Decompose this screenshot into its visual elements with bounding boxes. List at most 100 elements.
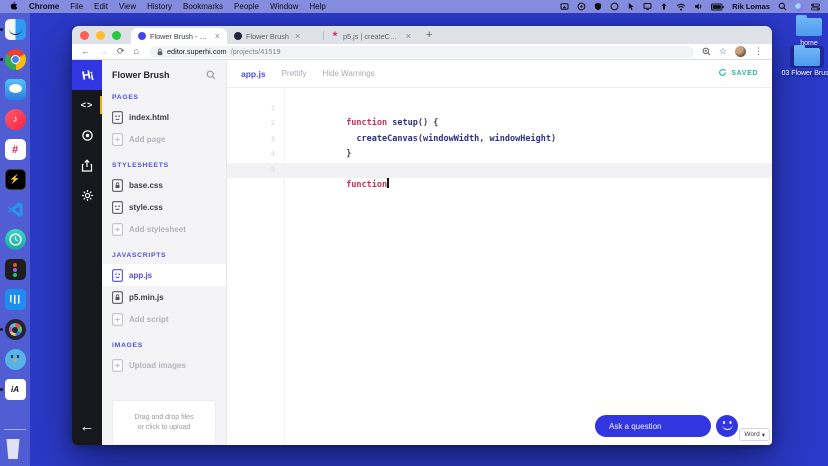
editor-nav-rail: H¡ <> ← [72,60,102,445]
logged-in-user[interactable]: Rik Lomas [732,2,770,11]
add-stylesheet-button[interactable]: Add stylesheet [102,218,226,240]
hide-warnings-button[interactable]: Hide Warnings [322,69,374,78]
new-tab-button[interactable]: + [426,29,432,41]
back-arrow-button[interactable]: ← [72,407,102,445]
section-heading: JAVASCRIPTS [112,252,167,259]
minimize-window-button[interactable] [96,30,105,40]
file-item-p5-min-js[interactable]: p5.min.js [102,286,226,308]
menu-item-bookmarks[interactable]: Bookmarks [183,2,223,11]
menu-item-file[interactable]: File [70,2,83,11]
dock-item-trash-icon[interactable] [5,439,26,460]
menu-item-chrome[interactable]: Chrome [29,2,59,11]
preview-eye-icon[interactable] [72,120,102,150]
close-window-button[interactable] [80,30,89,40]
circle-icon[interactable] [610,2,619,11]
dock-item-screenflow-icon[interactable] [0,319,26,340]
add-page-button[interactable]: Add page [102,128,226,150]
url-host: editor.superhi.com [166,47,227,56]
battery-icon[interactable] [711,3,724,11]
code-line[interactable]: 2 createCanvas(windowWidth, windowHeight… [227,116,772,143]
section-stylesheets: STYLESHEETS base.css style.css Add style… [102,162,226,240]
home-icon[interactable]: ⌂ [134,47,139,56]
url-path: /projects/41519 [230,47,281,56]
ask-a-question-button[interactable]: Ask a question [595,415,711,437]
menu-item-history[interactable]: History [147,2,172,11]
menu-item-window[interactable]: Window [270,2,298,11]
tab-strip: Flower Brush - SuperHi × Flower Brush × … [72,26,772,44]
desktop-folder-flower-brush[interactable]: 03 Flower Brush [778,45,828,77]
toolbar-right: ☆ ⋮ [702,43,763,61]
dock-item-twitterrific-icon[interactable] [4,349,26,370]
desktop-folder-home[interactable]: home [792,15,826,47]
tab-close-icon[interactable]: × [215,31,220,41]
dock-item-chrome-icon[interactable] [0,49,26,70]
document-plus-icon [112,132,123,146]
dock-item-messages-icon[interactable] [4,79,26,100]
dock-item-clock-icon[interactable] [4,229,26,250]
code-line[interactable]: 3} [227,132,772,159]
tab-flower-brush[interactable]: Flower Brush × [227,28,323,44]
zoom-window-button[interactable] [112,30,121,40]
prettify-button[interactable]: Prettify [282,69,307,78]
code-area[interactable]: 1 function setup() { 2 createCanvas(windo… [227,88,772,445]
address-bar[interactable]: editor.superhi.com/projects/41519 [149,45,694,58]
tab-p5js-reference[interactable]: * p5.js | createCanvas() × [324,28,418,44]
code-line[interactable]: 4 [227,147,772,162]
arrow-up-icon[interactable] [660,2,668,11]
file-item-app-js[interactable]: app.js [102,264,226,286]
browser-menu-icon[interactable]: ⋮ [754,47,763,56]
reload-icon[interactable]: ⟳ [117,47,125,56]
zoom-page-icon[interactable] [702,43,711,61]
siri-icon[interactable] [795,2,803,11]
tab-flower-brush-superhi[interactable]: Flower Brush - SuperHi × [131,28,227,44]
tab-close-icon[interactable]: × [406,31,411,41]
document-smile-icon [112,110,123,124]
smiley-chat-button[interactable] [716,415,738,437]
settings-gear-icon[interactable] [72,180,102,210]
code-line[interactable]: 1 function setup() { [227,101,772,128]
code-line-active[interactable]: 5 function [227,162,772,190]
line-number: 5 [270,165,275,174]
file-item-style-css[interactable]: style.css [102,196,226,218]
dock-item-intercom-icon[interactable] [4,289,26,310]
control-center-icon[interactable] [811,3,820,11]
shield-icon[interactable] [594,2,602,11]
file-item-index-html[interactable]: index.html [102,106,226,128]
menu-item-help[interactable]: Help [309,2,325,11]
file-item-base-css[interactable]: base.css [102,174,226,196]
add-script-button[interactable]: Add script [102,308,226,330]
open-file-tab[interactable]: app.js [241,69,266,79]
back-nav-icon[interactable]: ← [81,47,90,56]
profile-avatar[interactable] [735,46,746,57]
spotlight-search-icon[interactable] [778,2,787,11]
menu-item-view[interactable]: View [119,2,136,11]
folder-label: 03 Flower Brush [778,70,828,77]
wifi-icon[interactable] [676,3,686,11]
save-status-label: SAVED [731,70,758,77]
menu-item-edit[interactable]: Edit [94,2,108,11]
dock-item-terminal-icon[interactable]: ⚡ [4,169,26,190]
dot-circle-icon[interactable] [577,2,586,11]
superhi-logo[interactable]: H¡ [72,60,102,90]
upload-images-button[interactable]: Upload images [102,354,226,376]
menu-item-people[interactable]: People [234,2,259,11]
search-icon[interactable] [206,70,216,80]
dock-item-music-icon[interactable]: ♪ [4,109,26,130]
dock-item-slack-icon[interactable]: # [4,139,26,160]
screen-mirror-icon[interactable] [560,2,569,11]
code-view-icon[interactable]: <> [72,90,102,120]
tab-close-icon[interactable]: × [295,31,300,41]
cursor-icon[interactable] [627,2,635,11]
dock-item-iawriter-icon[interactable]: iA [0,379,26,400]
browser-window: Flower Brush - SuperHi × Flower Brush × … [72,26,772,445]
dock-item-finder-icon[interactable] [0,19,26,40]
apple-menu-icon[interactable] [10,1,18,13]
dock-item-vscode-icon[interactable] [5,199,26,220]
volume-icon[interactable] [694,2,703,11]
share-upload-icon[interactable] [72,150,102,180]
file-dropzone[interactable]: Drag and drop files or click to upload [112,400,216,445]
forward-nav-icon[interactable]: → [99,47,108,56]
dock-item-figma-icon[interactable] [4,259,26,280]
display-icon[interactable] [643,2,652,11]
bookmark-star-icon[interactable]: ☆ [719,47,727,56]
